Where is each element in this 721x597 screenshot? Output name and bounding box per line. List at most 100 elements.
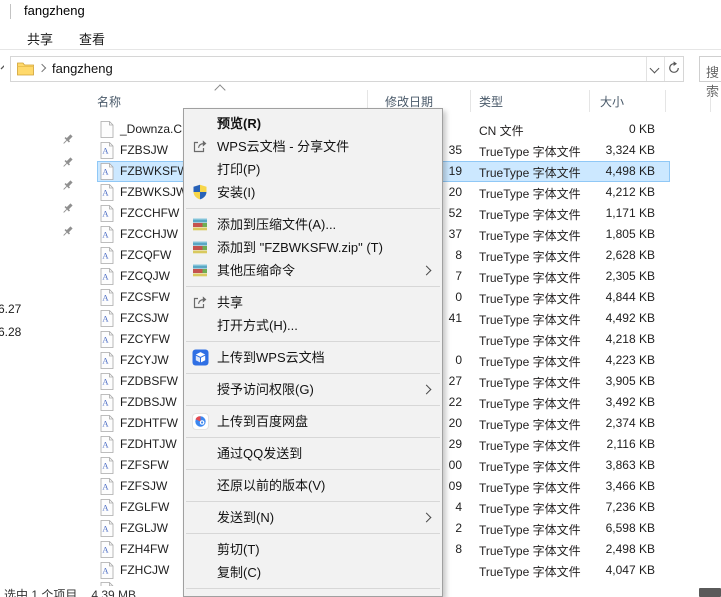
ttf-file-icon: A — [100, 142, 114, 159]
file-size: 3,492 KB — [565, 395, 655, 409]
menu-item[interactable]: 安装(I) — [184, 181, 442, 204]
svg-text:A: A — [102, 146, 109, 156]
menu-item-label: 还原以前的版本(V) — [217, 478, 325, 493]
file-name: FZCYJW — [120, 353, 169, 367]
svg-text:A: A — [102, 377, 109, 387]
ribbon-underline — [0, 49, 721, 50]
menu-separator — [186, 437, 440, 438]
ttf-file-icon: A — [100, 289, 114, 306]
menu-item-label: 打开方式(H)... — [217, 318, 298, 333]
menu-item[interactable]: WPS云文档 - 分享文件 — [184, 135, 442, 158]
tab-view[interactable]: 查看 — [79, 29, 105, 48]
explorer-window: fangzheng 共享 查看 fangzheng 搜索 包图6.27图6.28… — [0, 0, 721, 597]
menu-separator — [186, 588, 440, 589]
ttf-file-icon: A — [100, 247, 114, 264]
winrar-icon — [192, 262, 209, 279]
file-name: FZCCHJW — [120, 227, 178, 241]
svg-text:A: A — [102, 524, 109, 534]
sort-ascending-icon — [214, 84, 225, 95]
svg-text:A: A — [102, 188, 109, 198]
menu-item[interactable]: 打印(P) — [184, 158, 442, 181]
menu-item-label: 预览(R) — [217, 116, 261, 131]
column-header-size[interactable]: 大小 — [600, 93, 624, 110]
window-title: fangzheng — [24, 3, 85, 18]
menu-item[interactable]: 通过QQ发送到 — [184, 442, 442, 465]
file-size: 4,492 KB — [565, 311, 655, 325]
menu-item-label: 发送到(N) — [217, 510, 274, 525]
uac-shield-icon — [192, 184, 209, 201]
menu-item[interactable]: 还原以前的版本(V) — [184, 474, 442, 497]
ttf-file-icon: A — [100, 226, 114, 243]
ttf-file-icon: A — [100, 163, 114, 180]
column-divider[interactable] — [470, 90, 471, 112]
pin-icon — [61, 179, 74, 192]
menu-item[interactable]: 发送到(N) — [184, 506, 442, 529]
svg-text:A: A — [102, 230, 109, 240]
menu-item-label: 复制(C) — [217, 565, 261, 580]
address-divider — [646, 57, 647, 81]
sidebar-item-fragment[interactable]: 图6.28 — [0, 323, 21, 340]
menu-item[interactable]: 上传到百度网盘 — [184, 410, 442, 433]
ttf-file-icon: A — [100, 541, 114, 558]
file-name: FZCCHFW — [120, 206, 179, 220]
column-header-name[interactable]: 名称 — [97, 93, 121, 110]
up-arrow-fragment[interactable] — [0, 61, 4, 75]
pin-icon — [61, 133, 74, 146]
address-divider — [664, 57, 665, 81]
menu-separator — [186, 341, 440, 342]
column-divider[interactable] — [665, 90, 666, 112]
breadcrumb[interactable]: fangzheng — [52, 61, 113, 76]
menu-item-label: 通过QQ发送到 — [217, 446, 302, 461]
menu-item[interactable]: 添加到压缩文件(A)... — [184, 213, 442, 236]
ttf-file-icon: A — [100, 310, 114, 327]
file-name: FZDBSFW — [120, 374, 178, 388]
svg-text:A: A — [102, 440, 109, 450]
tab-share[interactable]: 共享 — [27, 29, 53, 48]
file-name: FZBWKSFW — [120, 164, 189, 178]
file-name: FZBWKSJW — [120, 185, 187, 199]
ttf-file-icon: A — [100, 373, 114, 390]
menu-item[interactable]: 授予访问权限(G) — [184, 378, 442, 401]
svg-text:A: A — [102, 251, 109, 261]
menu-item[interactable]: 打开方式(H)... — [184, 314, 442, 337]
view-toggle-fragment[interactable] — [699, 588, 721, 597]
menu-item[interactable]: 复制(C) — [184, 561, 442, 584]
refresh-icon[interactable] — [667, 61, 681, 80]
menu-item[interactable]: 添加到 "FZBWKSFW.zip" (T) — [184, 236, 442, 259]
file-name: FZGLFW — [120, 500, 169, 514]
menu-item[interactable]: 预览(R) — [184, 112, 442, 135]
selection-count: 选中 1 个项目 — [4, 588, 77, 597]
svg-text:A: A — [102, 398, 109, 408]
file-size: 0 KB — [565, 122, 655, 136]
svg-text:A: A — [102, 356, 109, 366]
file-size: 2,116 KB — [565, 437, 655, 451]
file-name: FZDHTJW — [120, 437, 177, 451]
ttf-file-icon: A — [100, 436, 114, 453]
file-size: 1,171 KB — [565, 206, 655, 220]
file-name: FZFSFW — [120, 458, 169, 472]
menu-item[interactable]: 共享 — [184, 291, 442, 314]
column-header-type[interactable]: 类型 — [479, 93, 503, 110]
column-divider[interactable] — [589, 90, 590, 112]
sidebar-item-fragment[interactable]: 图6.27 — [0, 300, 21, 317]
share-icon — [192, 294, 209, 311]
file-size: 2,374 KB — [565, 416, 655, 430]
file-size: 4,047 KB — [565, 563, 655, 577]
menu-item[interactable]: 上传到WPS云文档 — [184, 346, 442, 369]
column-divider[interactable] — [710, 90, 711, 112]
file-size: 4,844 KB — [565, 290, 655, 304]
ttf-file-icon: A — [100, 457, 114, 474]
menu-item-label: 其他压缩命令 — [217, 263, 295, 278]
file-size: 4,498 KB — [565, 164, 655, 178]
file-name: FZCQFW — [120, 248, 171, 262]
ttf-file-icon: A — [100, 415, 114, 432]
ttf-file-icon: A — [100, 184, 114, 201]
file-name: FZCSFW — [120, 290, 170, 304]
menu-item[interactable]: 剪切(T) — [184, 538, 442, 561]
file-size: 3,324 KB — [565, 143, 655, 157]
file-size: 3,905 KB — [565, 374, 655, 388]
submenu-arrow-icon — [422, 513, 432, 523]
ttf-file-icon: A — [100, 478, 114, 495]
menu-item[interactable]: 其他压缩命令 — [184, 259, 442, 282]
svg-text:A: A — [102, 503, 109, 513]
